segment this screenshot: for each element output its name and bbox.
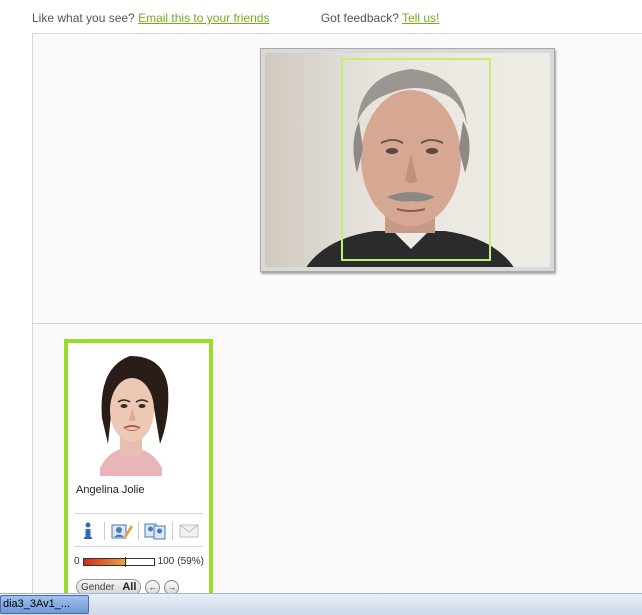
edit-person-icon[interactable] bbox=[111, 521, 133, 541]
page: Like what you see? Email this to your fr… bbox=[0, 0, 642, 615]
top-bar: Like what you see? Email this to your fr… bbox=[32, 11, 439, 25]
taskbar-window-button[interactable]: dia3_3Av1_... bbox=[0, 595, 89, 614]
email-friends-link[interactable]: Email this to your friends bbox=[138, 11, 269, 25]
card-divider bbox=[74, 546, 203, 547]
uploaded-photo-panel bbox=[32, 33, 642, 324]
meter-min: 0 bbox=[74, 556, 80, 567]
similarity-bar-marker bbox=[124, 556, 126, 567]
like-text: Like what you see? bbox=[32, 11, 135, 25]
match-actions bbox=[74, 519, 203, 543]
email-icon[interactable] bbox=[178, 521, 200, 541]
match-name[interactable]: Angelina Jolie bbox=[76, 484, 145, 496]
gender-value: All bbox=[122, 581, 137, 593]
match-card[interactable]: Angelina Jolie 0 100 (59%) Gender All ← … bbox=[64, 339, 213, 597]
similarity-meter: 0 100 (59%) bbox=[74, 556, 204, 567]
card-divider bbox=[74, 513, 203, 514]
compare-icon[interactable] bbox=[144, 521, 166, 541]
gender-label: Gender bbox=[81, 581, 115, 593]
similarity-bar-fill bbox=[83, 558, 125, 565]
feedback-text: Got feedback? bbox=[320, 11, 399, 25]
icon-divider bbox=[137, 522, 139, 540]
match-face-illustration bbox=[90, 348, 170, 476]
similarity-bar bbox=[82, 556, 155, 567]
face-detection-box[interactable] bbox=[341, 58, 491, 261]
meter-percent: (59%) bbox=[177, 556, 204, 567]
meter-max: 100 bbox=[157, 556, 175, 567]
match-photo[interactable] bbox=[90, 348, 170, 476]
icon-divider bbox=[171, 522, 173, 540]
taskbar: dia3_3Av1_... bbox=[0, 593, 642, 615]
info-icon[interactable] bbox=[77, 521, 99, 541]
uploaded-photo-frame bbox=[260, 48, 555, 272]
tell-us-link[interactable]: Tell us! bbox=[402, 11, 439, 25]
uploaded-photo bbox=[265, 53, 550, 267]
matches-panel: Angelina Jolie 0 100 (59%) Gender All ← … bbox=[32, 323, 642, 597]
icon-divider bbox=[104, 522, 106, 540]
